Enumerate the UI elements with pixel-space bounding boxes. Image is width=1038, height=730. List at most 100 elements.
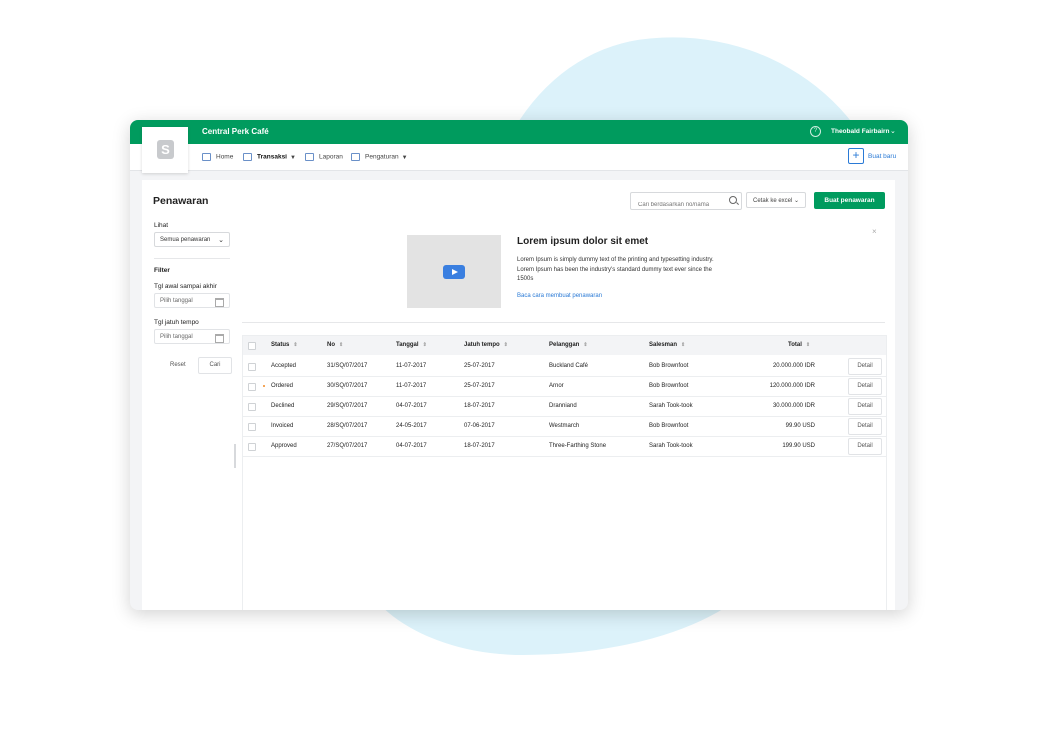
filter-search-button[interactable]: Cari	[198, 357, 232, 374]
video-thumbnail[interactable]	[407, 235, 501, 308]
customer-cell: Dranniand	[549, 403, 577, 409]
top-bar: Central Perk Café ? Theobald Fairbairn ⌄	[130, 120, 908, 144]
nav-label: Transaksi	[257, 153, 287, 161]
table-row[interactable]: Approved 27/SQ/07/2017 04-07-2017 18-07-…	[243, 436, 886, 457]
export-excel-button[interactable]: Cetak ke excel ⌄	[746, 192, 806, 208]
sort-icon: ⇕	[583, 342, 588, 348]
column-header-no[interactable]: No ⇕	[327, 342, 343, 348]
table-row[interactable]: Accepted 31/SQ/07/2017 11-07-2017 25-07-…	[243, 356, 886, 377]
column-header-status[interactable]: Status ⇕	[271, 342, 298, 348]
status-cell: Declined	[271, 403, 295, 409]
create-quotation-button[interactable]: Buat penawaran	[814, 192, 885, 209]
settings-icon	[351, 153, 360, 161]
date-placeholder: Pilih tanggal	[160, 334, 193, 340]
due-date-cell: 18-07-2017	[464, 443, 495, 449]
search-box[interactable]	[630, 192, 742, 210]
nav-transaksi[interactable]: Transaksi ▼	[243, 153, 296, 161]
home-icon	[202, 153, 211, 161]
column-header-tanggal[interactable]: Tanggal ⇕	[396, 342, 427, 348]
detail-button[interactable]: Detail	[848, 438, 882, 455]
salesman-cell: Bob Brownfoot	[649, 363, 689, 369]
column-header-salesman[interactable]: Salesman ⇕	[649, 342, 685, 348]
nav-home[interactable]: Home	[202, 153, 233, 161]
calendar-icon[interactable]	[215, 334, 224, 343]
column-header-jatuh-tempo[interactable]: Jatuh tempo ⇕	[464, 342, 508, 348]
sort-icon: ⇕	[422, 342, 427, 348]
select-all-checkbox[interactable]	[248, 342, 256, 350]
promo-link[interactable]: Baca cara membuat penawaran	[517, 293, 602, 299]
search-icon[interactable]	[729, 196, 737, 204]
due-date-field[interactable]: Pilih tanggal	[154, 329, 230, 344]
total-cell: 20.000.000 IDR	[772, 363, 815, 369]
filter-heading: Filter	[154, 267, 170, 274]
detail-button[interactable]: Detail	[848, 418, 882, 435]
status-dot-icon	[263, 385, 265, 387]
table-row[interactable]: Declined 29/SQ/07/2017 04-07-2017 18-07-…	[243, 396, 886, 417]
table-row[interactable]: Ordered 30/SQ/07/2017 11-07-2017 25-07-2…	[243, 376, 886, 397]
row-checkbox[interactable]	[248, 383, 256, 391]
start-date-field[interactable]: Pilih tanggal	[154, 293, 230, 308]
column-header-total[interactable]: Total ⇕	[788, 342, 810, 348]
row-checkbox[interactable]	[248, 363, 256, 371]
search-input[interactable]	[636, 201, 730, 209]
user-menu[interactable]: Theobald Fairbairn	[831, 128, 890, 135]
reset-button[interactable]: Reset	[170, 362, 186, 368]
date-cell: 04-07-2017	[396, 403, 427, 409]
main-content: Penawaran Cetak ke excel ⌄ Buat penawara…	[142, 180, 895, 610]
sort-icon: ⇕	[503, 342, 508, 348]
total-cell: 199.90 USD	[782, 443, 815, 449]
sort-icon: ⇕	[339, 342, 344, 348]
number-cell: 28/SQ/07/2017	[327, 423, 368, 429]
customer-cell: Three-Farthing Stone	[549, 443, 607, 449]
quotation-table: Status ⇕ No ⇕ Tanggal ⇕ Jatuh tempo ⇕ Pelang…	[242, 335, 887, 610]
customer-cell: Arnor	[549, 383, 564, 389]
status-cell: Approved	[271, 443, 297, 449]
detail-button[interactable]: Detail	[848, 378, 882, 395]
view-select[interactable]: Semua penawaran ⌄	[154, 232, 230, 247]
row-checkbox[interactable]	[248, 403, 256, 411]
salesman-cell: Bob Brownfoot	[649, 423, 689, 429]
nav-laporan[interactable]: Laporan	[305, 153, 343, 161]
view-label: Lihat	[154, 222, 169, 229]
status-cell: Accepted	[271, 363, 297, 369]
play-icon[interactable]	[443, 265, 465, 279]
detail-button[interactable]: Detail	[848, 398, 882, 415]
date-placeholder: Pilih tanggal	[160, 298, 193, 304]
customer-cell: Buckland Café	[549, 363, 589, 369]
promo-text: Lorem Ipsum is simply dummy text of the …	[517, 257, 714, 282]
total-cell: 99.90 USD	[785, 423, 815, 429]
main-nav: Home Transaksi ▼ Laporan Pengaturan ▼ + Bu…	[130, 144, 908, 171]
calendar-icon[interactable]	[215, 298, 224, 307]
chevron-down-icon[interactable]: ⌄	[890, 127, 896, 135]
chevron-down-icon: ⌄	[794, 198, 800, 204]
app-window: Central Perk Café ? Theobald Fairbairn ⌄…	[130, 120, 908, 610]
number-cell: 31/SQ/07/2017	[327, 363, 368, 369]
row-checkbox[interactable]	[248, 443, 256, 451]
detail-button[interactable]: Detail	[848, 358, 882, 375]
close-icon[interactable]: ×	[872, 227, 877, 236]
status-cell: Ordered	[271, 383, 294, 389]
nav-label: Home	[216, 153, 234, 161]
table-row[interactable]: Invoiced 28/SQ/07/2017 24-05-2017 07-06-…	[243, 416, 886, 437]
sort-icon: ⇕	[681, 342, 686, 348]
plus-icon[interactable]: +	[848, 148, 864, 164]
column-header-pelanggan[interactable]: Pelanggan ⇕	[549, 342, 588, 348]
customer-cell: Westmarch	[549, 423, 580, 429]
due-date-label: Tgl jatuh tempo	[154, 319, 199, 326]
sort-icon: ⇕	[293, 342, 298, 348]
due-date-cell: 25-07-2017	[464, 363, 495, 369]
export-label: Cetak ke excel	[753, 198, 793, 204]
salesman-cell: Bob Brownfoot	[649, 383, 689, 389]
caret-down-icon: ▼	[401, 154, 408, 161]
due-date-cell: 25-07-2017	[464, 383, 495, 389]
help-icon[interactable]: ?	[810, 126, 821, 137]
transaction-icon	[243, 153, 252, 161]
salesman-cell: Sarah Took-took	[649, 403, 693, 409]
logo-mark: S	[157, 140, 174, 159]
scrollbar[interactable]	[234, 444, 236, 468]
create-new-button[interactable]: Buat baru	[868, 153, 896, 160]
date-cell: 11-07-2017	[396, 383, 427, 389]
nav-pengaturan[interactable]: Pengaturan ▼	[351, 153, 408, 161]
view-select-value: Semua penawaran	[160, 237, 211, 243]
row-checkbox[interactable]	[248, 423, 256, 431]
